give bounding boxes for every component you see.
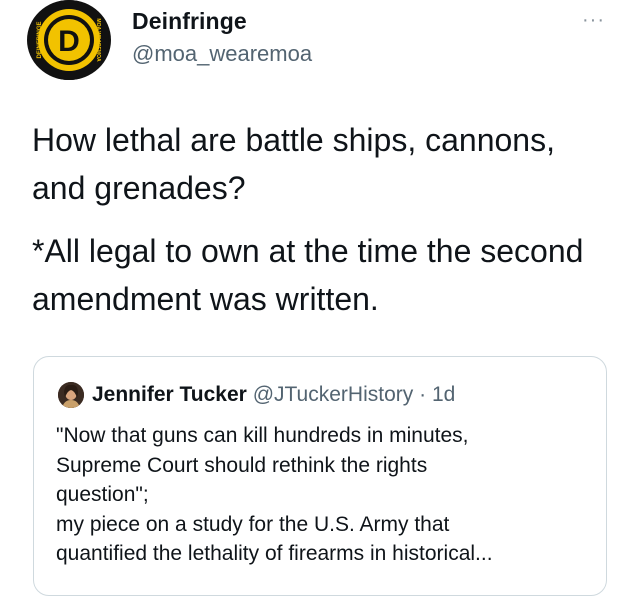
author-display-name[interactable]: Deinfringe <box>132 8 247 35</box>
tweet-line: amendment was written. <box>32 281 379 317</box>
tweet-line: How lethal are battle ships, cannons, <box>32 122 555 158</box>
tweet-line: and grenades? <box>32 170 246 206</box>
tweet-text-paragraph-1: How lethal are battle ships, cannons, an… <box>32 116 622 212</box>
avatar-ring-text-left: DEINFRINGE <box>37 21 43 58</box>
avatar-letter: D <box>58 25 80 58</box>
quote-header: Jennifer Tucker @JTuckerHistory · 1d <box>92 382 455 408</box>
quote-text: "Now that guns can kill hundreds in minu… <box>56 421 596 569</box>
avatar-ring-text-right: MOA WEAREMOA <box>95 18 101 62</box>
tweet-text-paragraph-2: *All legal to own at the time the second… <box>32 227 622 323</box>
quote-line: "Now that guns can kill hundreds in minu… <box>56 424 469 447</box>
quote-separator: · <box>419 383 427 406</box>
quote-line: Supreme Court should rethink the rights <box>56 453 428 477</box>
quote-line: my piece on a study for the U.S. Army th… <box>56 512 450 536</box>
quote-author-name[interactable]: Jennifer Tucker <box>92 383 247 406</box>
quote-author-avatar <box>58 382 84 408</box>
more-options-icon[interactable]: ··· <box>582 10 605 30</box>
quote-line: question"; <box>56 483 149 506</box>
moa-logo-icon: D DEINFRINGE MOA WEAREMOA <box>29 0 109 80</box>
tweet-line: *All legal to own at the time the second <box>32 233 584 269</box>
person-avatar-icon <box>58 382 84 408</box>
avatar[interactable]: D DEINFRINGE MOA WEAREMOA <box>27 0 111 80</box>
quote-author-handle[interactable]: @JTuckerHistory <box>253 383 414 406</box>
quoted-tweet[interactable]: Jennifer Tucker @JTuckerHistory · 1d "No… <box>33 356 607 596</box>
quote-timestamp[interactable]: 1d <box>432 383 455 406</box>
author-handle[interactable]: @moa_wearemoa <box>132 41 312 67</box>
tweet-card: D DEINFRINGE MOA WEAREMOA Deinfringe @mo… <box>0 0 640 612</box>
quote-line: quantified the lethality of firearms in … <box>56 542 493 565</box>
